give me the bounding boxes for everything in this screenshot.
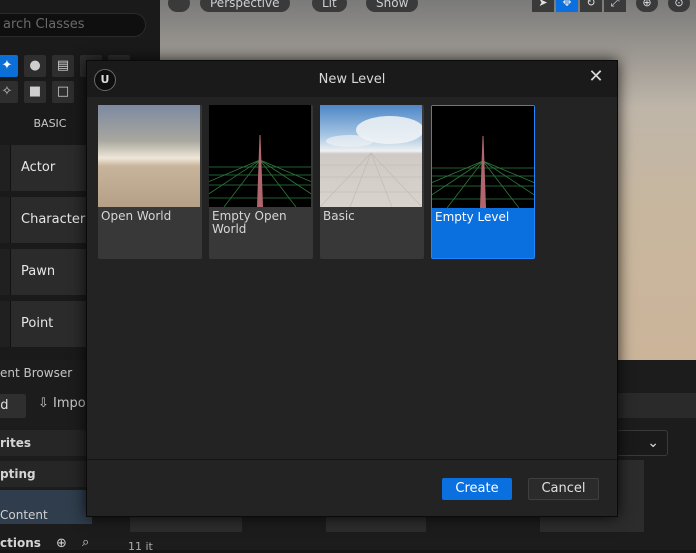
place-mode-icon[interactable]: ✦ bbox=[0, 55, 18, 77]
template-label: Empty Open World bbox=[212, 209, 287, 236]
search-collections-icon[interactable]: ⌕ bbox=[82, 535, 89, 550]
project-row[interactable]: pting bbox=[0, 461, 96, 487]
template-empty-level[interactable]: Empty Level bbox=[431, 105, 535, 259]
class-icon-slot bbox=[0, 301, 10, 347]
collections-header[interactable]: ctions bbox=[0, 536, 41, 550]
import-button[interactable]: ⇩ Impo bbox=[38, 396, 86, 411]
volumes-icon[interactable]: ■ bbox=[24, 81, 46, 103]
close-icon[interactable]: ✕ bbox=[583, 64, 609, 90]
create-button[interactable]: Create bbox=[442, 478, 512, 500]
class-icon-slot bbox=[0, 249, 10, 295]
class-icon-slot bbox=[0, 145, 10, 191]
grid-thumbnail bbox=[209, 105, 311, 207]
dialog-title: New Level bbox=[318, 72, 386, 87]
template-label: Empty Level bbox=[435, 210, 510, 224]
select-tool-icon[interactable]: ➤ bbox=[532, 0, 554, 12]
rotate-tool-icon[interactable]: ↻ bbox=[580, 0, 602, 12]
template-open-world[interactable]: Open World bbox=[98, 105, 202, 259]
template-basic[interactable]: Basic bbox=[320, 105, 424, 259]
template-empty-open-world[interactable]: Empty Open World bbox=[209, 105, 313, 259]
light-icon[interactable]: ● bbox=[24, 55, 46, 77]
move-tool-icon[interactable]: ✥ bbox=[556, 0, 578, 12]
basic-thumbnail bbox=[320, 105, 422, 207]
template-label: Open World bbox=[101, 209, 172, 223]
grid-thumbnail bbox=[432, 106, 534, 208]
lit-button[interactable]: Lit bbox=[312, 0, 347, 12]
scale-tool-icon[interactable]: ⤢ bbox=[604, 0, 626, 12]
class-item-pawn[interactable]: Pawn bbox=[10, 249, 86, 295]
import-label: Impo bbox=[53, 396, 86, 411]
chevron-down-icon[interactable]: ⌄ bbox=[612, 430, 668, 456]
import-icon: ⇩ bbox=[38, 396, 54, 411]
content-browser-tab[interactable]: ent Browser bbox=[0, 366, 72, 380]
cinematic-icon[interactable]: ▤ bbox=[52, 55, 74, 77]
template-label: Basic bbox=[323, 209, 355, 223]
footer-divider bbox=[87, 459, 617, 460]
search-classes-input[interactable]: arch Classes bbox=[0, 13, 146, 37]
perspective-button[interactable]: Perspective bbox=[200, 0, 290, 12]
content-folder-row[interactable]: Content bbox=[0, 490, 92, 524]
all-classes-icon[interactable]: ✧ bbox=[0, 81, 18, 103]
open-world-thumbnail bbox=[98, 105, 200, 207]
item-count: 11 it bbox=[128, 540, 153, 553]
class-item-character[interactable]: Character bbox=[10, 197, 86, 243]
add-button[interactable]: dd bbox=[0, 394, 26, 418]
add-collection-icon[interactable]: ⊕ bbox=[56, 536, 67, 551]
class-item-point-light[interactable]: Point Light bbox=[10, 301, 86, 377]
class-item-actor[interactable]: Actor bbox=[10, 145, 86, 191]
new-level-dialog: U New Level ✕ Open World Empty Open Worl… bbox=[86, 60, 618, 517]
favorites-row[interactable]: rites bbox=[0, 430, 96, 456]
class-icon-slot bbox=[0, 197, 10, 243]
tab-basic[interactable]: BASIC bbox=[0, 112, 100, 136]
cancel-button[interactable]: Cancel bbox=[528, 478, 599, 500]
shapes-icon[interactable]: □ bbox=[52, 81, 74, 103]
show-button[interactable]: Show bbox=[366, 0, 419, 12]
